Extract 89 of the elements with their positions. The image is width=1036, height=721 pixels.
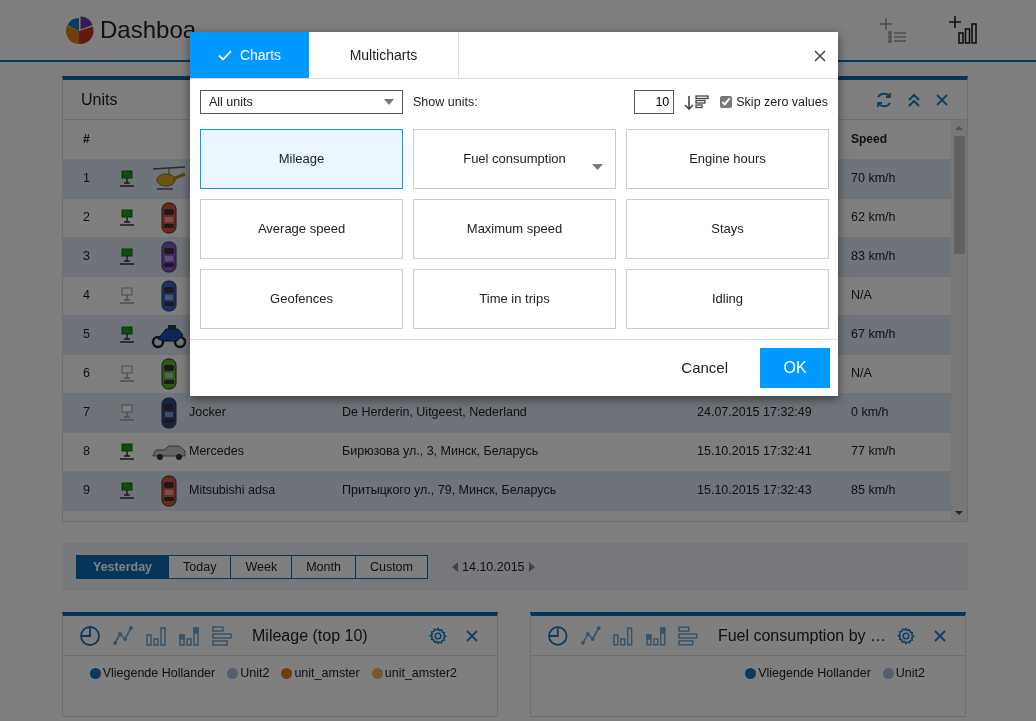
legend-label: Vliegende Hollander	[102, 665, 216, 682]
table-cell: 7	[83, 405, 90, 420]
unit-select[interactable]: All units	[200, 90, 403, 114]
pie-chart-icon[interactable]	[79, 624, 101, 647]
report-type-button[interactable]: Maximum speed	[413, 199, 616, 259]
table-cell: 77 km/h	[851, 444, 896, 459]
add-list-icon[interactable]	[878, 16, 908, 44]
table-cell: 85 km/h	[851, 483, 896, 498]
table-cell: 4	[83, 288, 90, 303]
next-arrow-icon[interactable]	[528, 562, 535, 572]
caret-icon	[384, 99, 394, 106]
close-icon[interactable]	[935, 92, 949, 107]
table-cell: 6	[83, 366, 90, 381]
legend-label: unit_amster2	[384, 665, 457, 682]
stacked-chart-icon[interactable]	[178, 624, 200, 647]
bar-chart-icon[interactable]	[145, 624, 167, 647]
report-type-button[interactable]: Fuel consumption	[413, 129, 616, 189]
units-count-field[interactable]: 10	[634, 90, 675, 114]
field-label: Show units:	[413, 93, 478, 111]
cancel-button[interactable]: Cancel	[679, 348, 730, 388]
widget-title: Mileage (top 10)	[252, 625, 368, 646]
close-icon[interactable]	[933, 628, 947, 643]
line-chart-icon[interactable]	[579, 624, 602, 647]
prev-arrow-icon[interactable]	[452, 562, 458, 572]
table-cell: Mitsubishi adsa	[189, 483, 276, 498]
add-chart-icon[interactable]	[948, 15, 978, 45]
column-header: #	[83, 132, 90, 147]
hbar-chart-icon[interactable]	[211, 624, 233, 647]
table-cell: Mercedes	[189, 444, 244, 459]
period-tab[interactable]: Today	[169, 555, 232, 579]
scrollbar[interactable]	[951, 120, 967, 521]
report-type-button[interactable]: Time in trips	[413, 269, 616, 329]
table-cell: Бирюзова ул., 3, Минск, Беларусь	[342, 444, 539, 459]
settings-icon[interactable]	[897, 626, 915, 645]
table-cell: N/A	[851, 288, 872, 303]
legend-label: Unit2	[895, 665, 925, 682]
sort-button[interactable]	[684, 92, 711, 112]
sedan-icon	[151, 442, 187, 461]
report-type-button[interactable]: Engine hours	[626, 129, 829, 189]
helicopter-icon	[151, 164, 187, 193]
settings-icon[interactable]	[429, 626, 447, 645]
period-tab[interactable]: Week	[231, 555, 293, 579]
close-icon[interactable]	[465, 628, 479, 643]
table-cell: 83 km/h	[851, 249, 896, 264]
table-cell: N/A	[851, 366, 872, 381]
table-cell: Jocker	[189, 405, 226, 420]
table-cell: 62 km/h	[851, 210, 896, 225]
widget-title: Fuel consumption by …	[717, 625, 886, 646]
stacked-chart-icon[interactable]	[644, 624, 667, 647]
report-type-button[interactable]: Idling	[626, 269, 829, 329]
table-cell: 9	[83, 483, 90, 498]
skip-zero-checkbox[interactable]	[720, 96, 733, 108]
bar-chart-icon[interactable]	[612, 624, 634, 647]
report-type-button[interactable]: Geofences	[200, 269, 403, 329]
sort-icon	[684, 94, 711, 111]
check-icon	[217, 49, 232, 61]
legend-label: Vliegende Hollander	[758, 665, 871, 682]
close-icon	[814, 49, 826, 62]
pie-chart-icon[interactable]	[547, 624, 569, 647]
period-tab[interactable]: Custom	[355, 555, 428, 579]
table-cell: 15.10.2015 17:32:41	[697, 444, 812, 459]
refresh-icon[interactable]	[875, 90, 893, 109]
report-type-button[interactable]: Mileage	[200, 129, 403, 189]
table-cell: 2	[83, 210, 90, 225]
table-cell: 3	[83, 249, 90, 264]
table-cell: 0 km/h	[851, 405, 889, 420]
report-type-button[interactable]: Average speed	[200, 199, 403, 259]
table-cell: 1	[83, 171, 90, 186]
table-cell: 24.07.2015 17:32:49	[697, 405, 812, 420]
table-cell: 15.10.2015 17:32:43	[697, 483, 812, 498]
dialog-tab[interactable]: Multicharts	[309, 32, 459, 78]
report-type-button[interactable]: Stays	[626, 199, 829, 259]
date-label: 14.10.2015	[462, 558, 525, 576]
checkbox-label: Skip zero values	[736, 93, 828, 111]
line-chart-icon[interactable]	[112, 624, 134, 647]
table-cell: 70 km/h	[851, 171, 896, 186]
collapse-icon[interactable]	[907, 91, 921, 108]
table-cell: Притыцкого ул., 79, Минск, Беларусь	[342, 483, 557, 498]
period-tab[interactable]: Month	[292, 555, 356, 579]
hbar-chart-icon[interactable]	[677, 624, 699, 647]
panel-title: Units	[81, 89, 118, 110]
legend-label: Unit2	[240, 665, 270, 682]
table-cell: 8	[83, 444, 90, 459]
column-header: Speed	[851, 132, 887, 147]
legend-label: unit_amster	[294, 665, 360, 682]
table-cell: 5	[83, 327, 90, 342]
table-cell: De Herderin, Uitgeest, Nederland	[342, 405, 527, 420]
logo-icon	[64, 15, 94, 45]
table-cell: 67 km/h	[851, 327, 896, 342]
